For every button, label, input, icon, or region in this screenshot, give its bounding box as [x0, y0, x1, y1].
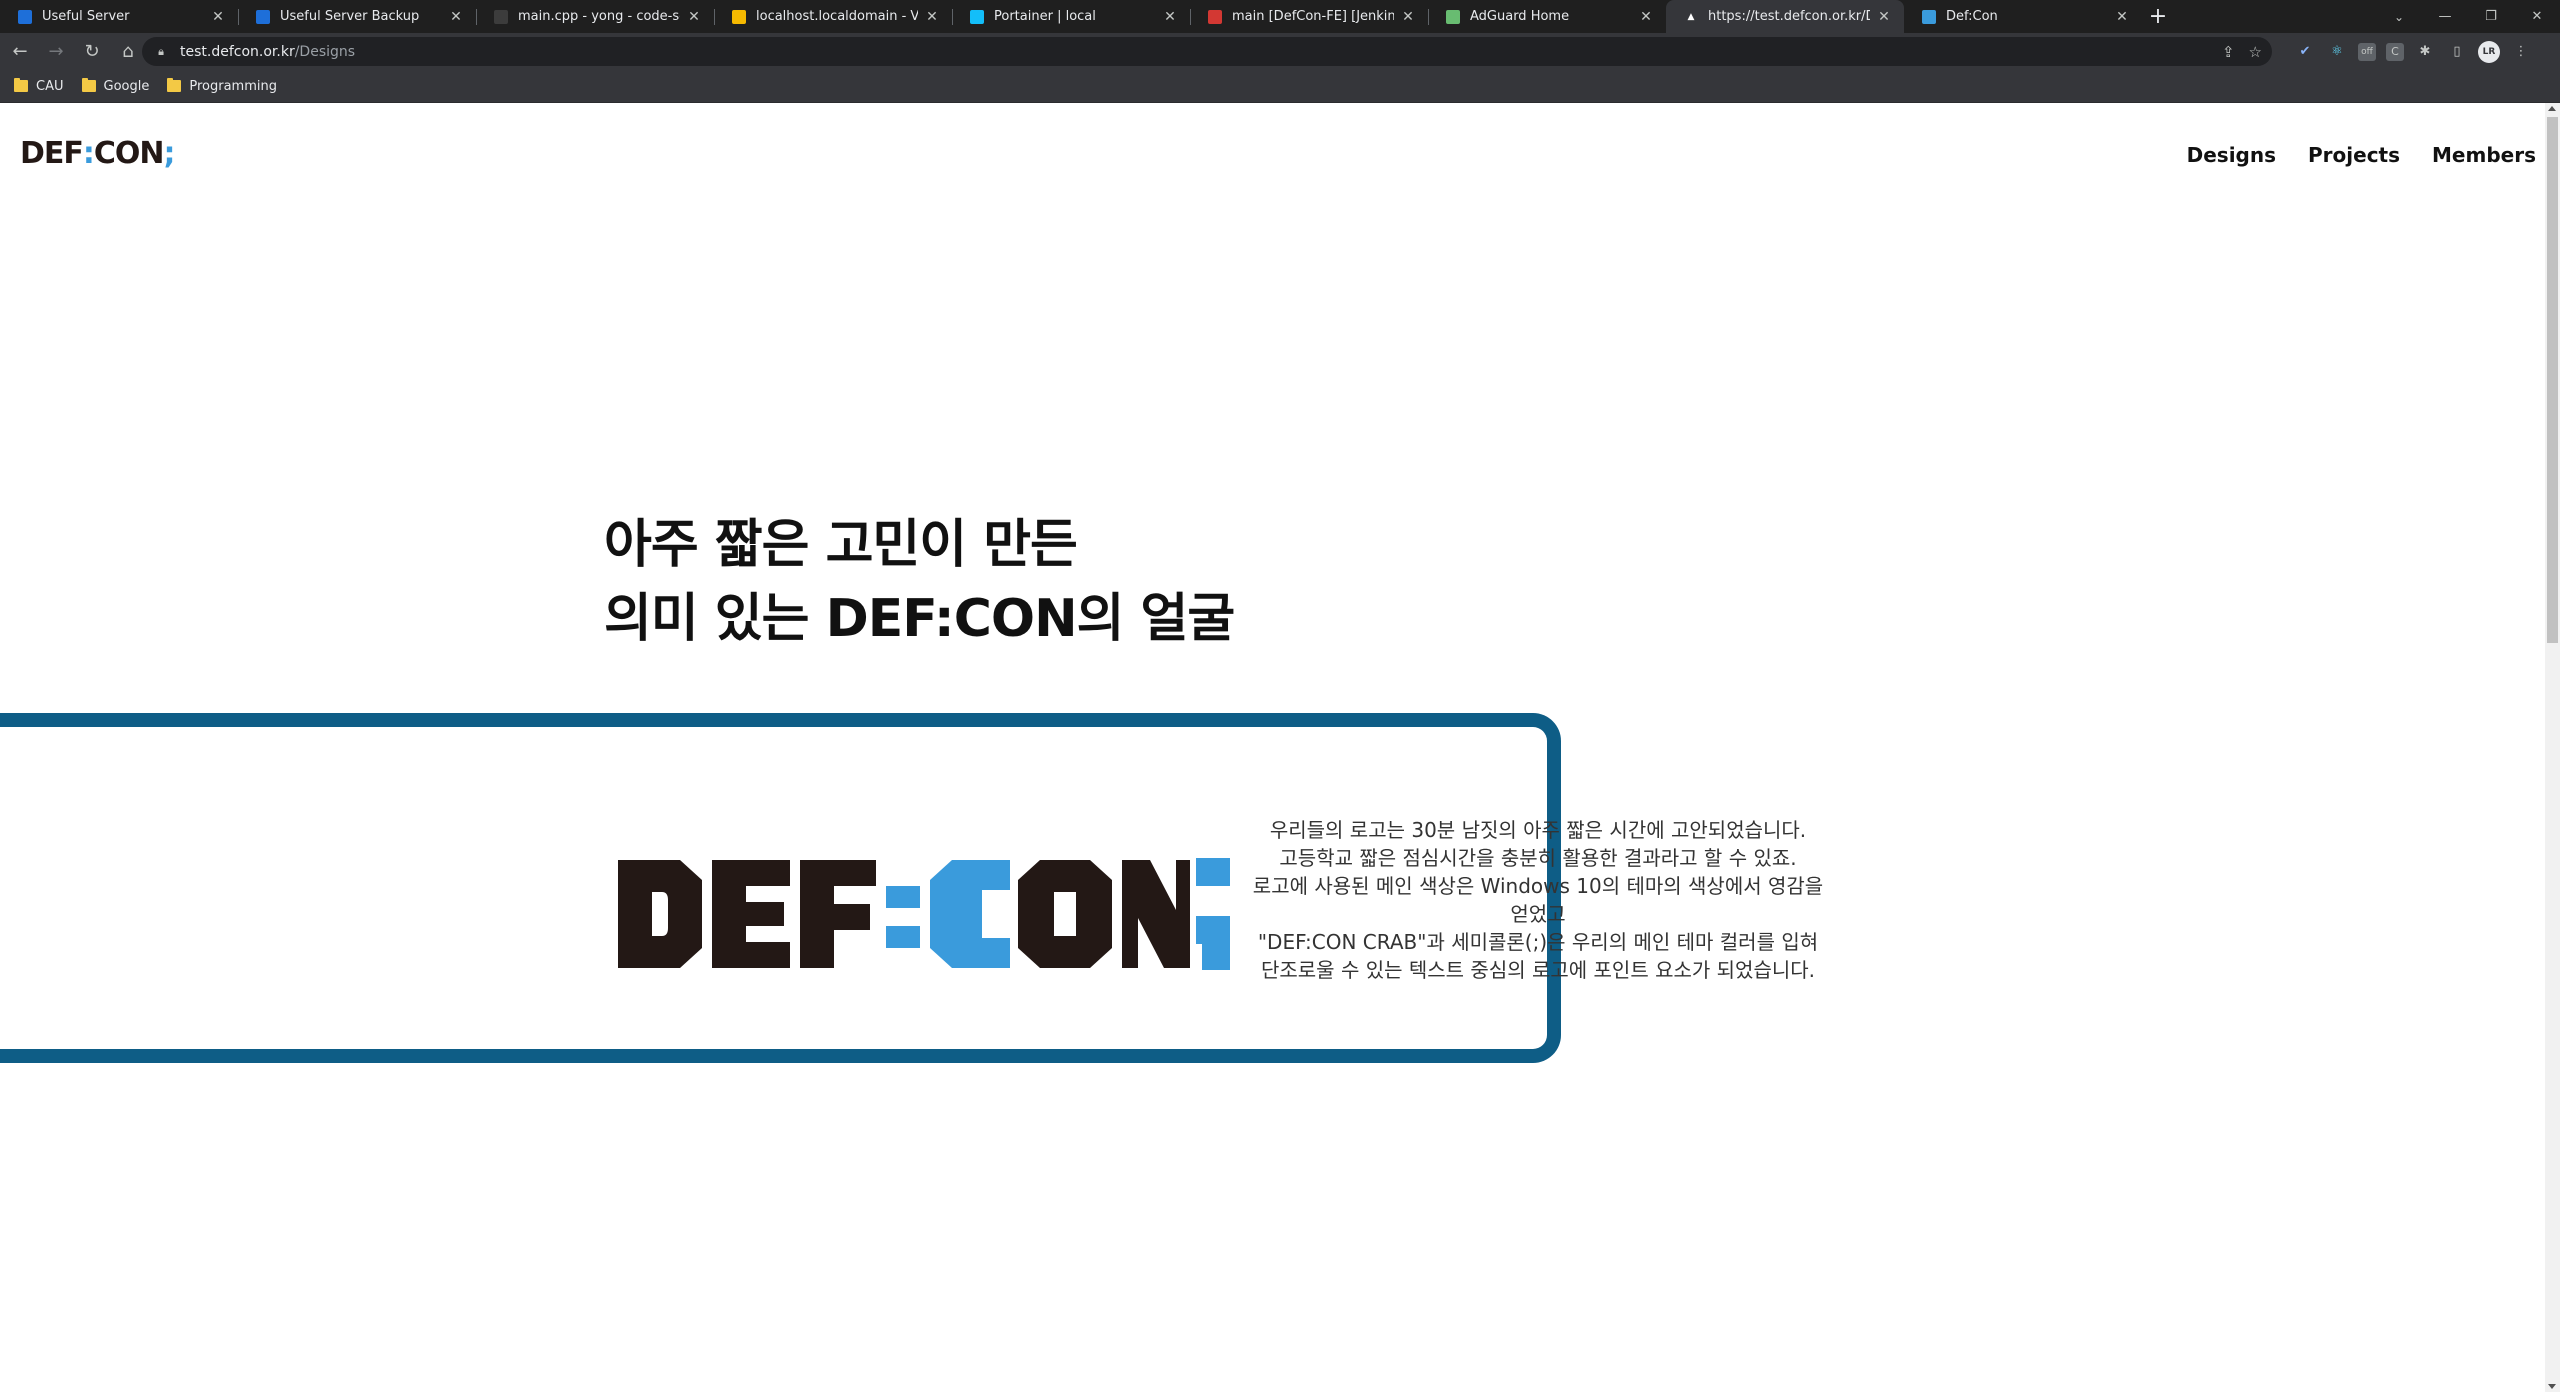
scroll-up-icon[interactable] [2548, 106, 2556, 111]
tab-search-icon[interactable]: ⌄ [2382, 0, 2416, 33]
tab-strip: Useful Server ✕ Useful Server Backup ✕ main.… [0, 0, 2560, 33]
new-tab-button[interactable]: + [2142, 0, 2174, 33]
jenkins-icon [1208, 9, 1222, 24]
description-line: 우리들의 로고는 30분 남짓의 아주 짧은 시간에 고안되었습니다. [1269, 818, 1807, 842]
extension-c-icon[interactable]: C [2386, 42, 2404, 61]
bookmark-folder[interactable]: CAU [14, 78, 64, 94]
minimize-icon[interactable]: — [2422, 0, 2468, 33]
page-scrollbar[interactable] [2545, 103, 2560, 1392]
site-logo-def: DEF [20, 135, 84, 171]
tab-close-icon[interactable]: ✕ [1876, 9, 1892, 25]
big-defcon-logo [618, 858, 1230, 970]
share-icon[interactable]: ⇪ [2222, 43, 2235, 61]
folder-icon [14, 78, 28, 92]
nav-designs[interactable]: Designs [2187, 143, 2276, 167]
tab-close-icon[interactable]: ✕ [1400, 9, 1416, 25]
logo-description: 우리들의 로고는 30분 남짓의 아주 짧은 시간에 고안되었습니다. 고등학교 … [1246, 816, 1830, 984]
tab-title: https://test.defcon.or.kr/Designs [1708, 9, 1870, 24]
page-headline: 아주 짧은 고민이 만든 의미 있는 DEF:CON의 얼굴 [604, 508, 1235, 656]
description-line: 단조로울 수 있는 텍스트 중심의 로고에 포인트 요소가 되었습니다. [1260, 958, 1816, 982]
window-controls: — ❐ ✕ [2422, 0, 2560, 33]
forward-icon[interactable]: → [40, 36, 72, 68]
browser-toolbar: ← → ↻ ⌂ 🔒︎ test.defcon.or.kr/Designs ⇪ ☆… [0, 33, 2560, 70]
adguard-icon [1446, 9, 1460, 24]
bookmark-star-icon[interactable]: ☆ [2249, 43, 2262, 61]
bookmark-label: Google [103, 78, 150, 94]
dsm-icon [18, 9, 32, 24]
address-bar[interactable]: 🔒︎ test.defcon.or.kr/Designs ⇪ ☆ [142, 37, 2272, 66]
site-logo-semicolon: ; [163, 135, 176, 171]
scroll-thumb[interactable] [2547, 117, 2558, 643]
side-panel-icon[interactable]: ▯ [2446, 41, 2468, 63]
url-host: test.defcon.or.kr [180, 43, 295, 60]
description-line: 고등학교 짧은 점심시간을 충분히 활용한 결과라고 할 수 있죠. [1279, 846, 1797, 870]
description-line: "DEF:CON CRAB"과 세미콜론(;)은 우리의 메인 테마 컬러를 입… [1257, 930, 1819, 954]
folder-icon [167, 78, 182, 92]
tab-close-icon[interactable]: ✕ [924, 9, 940, 25]
menu-kebab-icon[interactable]: ⋮ [2510, 41, 2532, 63]
dsm-icon [256, 9, 270, 24]
bookmarks-bar: CAU Google Programming [0, 70, 2560, 103]
bookmark-label: CAU [36, 78, 64, 94]
browser-tab[interactable]: localhost.localdomain - VMware ✕ [714, 0, 952, 33]
profile-avatar[interactable]: LR [2478, 40, 2500, 63]
nav-members[interactable]: Members [2432, 143, 2536, 167]
close-window-icon[interactable]: ✕ [2514, 0, 2560, 33]
restore-icon[interactable]: ❐ [2468, 0, 2514, 33]
site-logo[interactable]: DEF: CON; [20, 135, 176, 171]
reload-icon[interactable]: ↻ [76, 36, 108, 68]
browser-tab[interactable]: Def:Con ✕ [1904, 0, 2142, 33]
scroll-down-icon[interactable] [2548, 1384, 2556, 1389]
browser-tab[interactable]: Useful Server Backup ✕ [238, 0, 476, 33]
site-logo-colon: : [82, 135, 95, 171]
extension-check-icon[interactable]: ✔ [2294, 41, 2316, 63]
tab-title: main.cpp - yong - code-server [518, 9, 680, 24]
triangle-icon: ▲ [1687, 11, 1695, 22]
extension-off-icon[interactable]: off [2358, 42, 2376, 61]
extensions-puzzle-icon[interactable]: ✱ [2414, 41, 2436, 63]
defcon-icon [1922, 9, 1936, 24]
lock-icon[interactable]: 🔒︎ [154, 45, 168, 59]
tab-close-icon[interactable]: ✕ [210, 9, 226, 25]
extension-react-icon[interactable]: ⚛ [2326, 41, 2348, 63]
home-icon[interactable]: ⌂ [112, 36, 144, 68]
browser-tab[interactable]: main.cpp - yong - code-server ✕ [476, 0, 714, 33]
code-server-icon [494, 9, 508, 24]
tab-title: main [DefCon-FE] [Jenkins] [1232, 9, 1394, 24]
description-line: 로고에 사용된 메인 색상은 Windows 10의 테마의 색상에서 영감을 … [1252, 874, 1824, 926]
tab-close-icon[interactable]: ✕ [1162, 9, 1178, 25]
bookmark-folder[interactable]: Google [81, 78, 150, 94]
tab-title: Portainer | local [994, 9, 1096, 24]
tab-close-icon[interactable]: ✕ [1638, 9, 1654, 25]
page-viewport: DEF: CON; Designs Projects Members 아주 짧은 … [0, 103, 2560, 1392]
portainer-icon [970, 9, 984, 24]
site-nav: Designs Projects Members [2187, 143, 2536, 167]
browser-tab[interactable]: ▲ https://test.defcon.or.kr/Designs ✕ [1666, 0, 1904, 33]
tab-title: localhost.localdomain - VMware [756, 9, 918, 24]
bookmark-folder[interactable]: Programming [167, 78, 277, 94]
tab-title: AdGuard Home [1470, 9, 1570, 24]
browser-tab[interactable]: main [DefCon-FE] [Jenkins] ✕ [1190, 0, 1428, 33]
browser-tab[interactable]: Useful Server ✕ [0, 0, 238, 33]
vmware-icon [732, 9, 746, 24]
tab-title: Useful Server [42, 9, 130, 24]
tab-title: Useful Server Backup [280, 9, 420, 24]
nav-projects[interactable]: Projects [2308, 143, 2400, 167]
tab-close-icon[interactable]: ✕ [448, 9, 464, 25]
headline-line-1: 아주 짧은 고민이 만든 [604, 515, 1078, 575]
extensions-area: ✔ ⚛ off C ✱ ▯ LR ⋮ [2294, 37, 2532, 66]
site-logo-con: CON [93, 135, 165, 171]
url-path: /Designs [294, 43, 356, 60]
folder-icon [81, 78, 96, 92]
browser-tab[interactable]: AdGuard Home ✕ [1428, 0, 1666, 33]
tab-close-icon[interactable]: ✕ [686, 9, 702, 25]
browser-tab[interactable]: Portainer | local ✕ [952, 0, 1190, 33]
back-icon[interactable]: ← [4, 36, 36, 68]
tab-close-icon[interactable]: ✕ [2114, 9, 2130, 25]
headline-line-2: 의미 있는 DEF:CON의 얼굴 [604, 589, 1235, 649]
tab-title: Def:Con [1946, 9, 1998, 24]
bookmark-label: Programming [189, 78, 277, 94]
